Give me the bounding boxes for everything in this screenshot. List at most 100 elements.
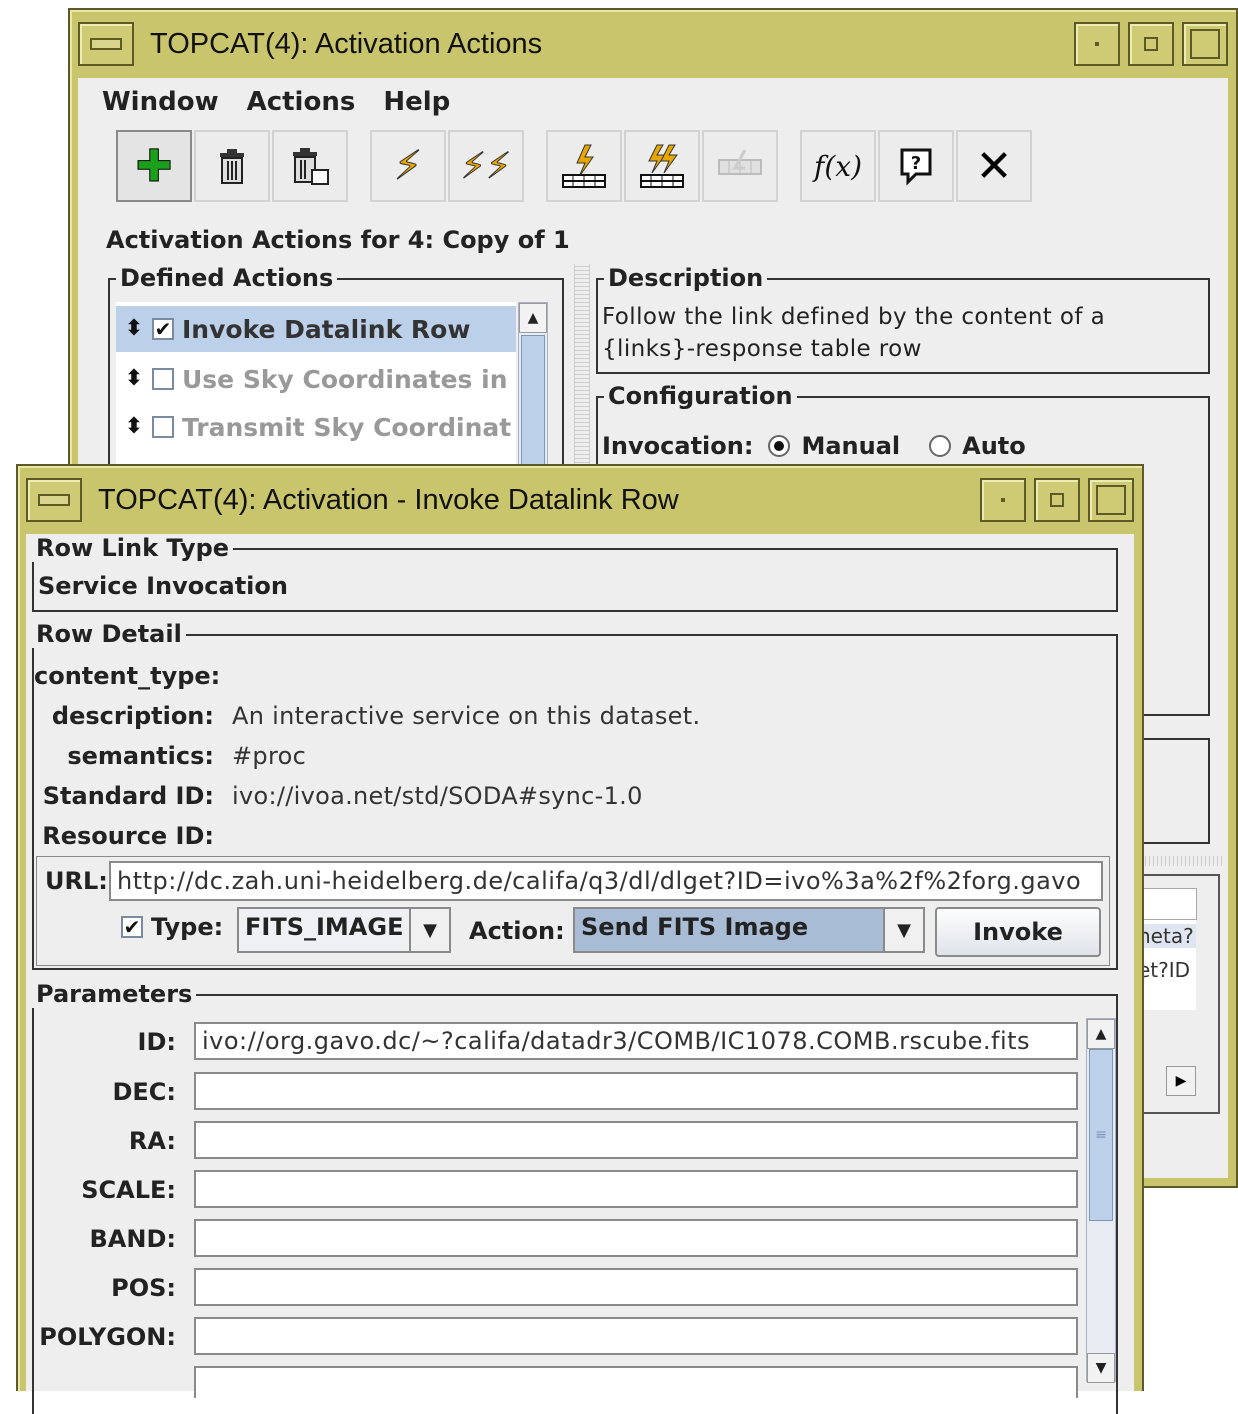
window-menu-button[interactable] <box>78 22 134 66</box>
delete-all-button[interactable] <box>272 130 348 202</box>
action-label: Action: <box>469 917 565 945</box>
iconify-button[interactable] <box>1074 22 1120 66</box>
resize-icon <box>1190 29 1220 59</box>
drag-handle-icon[interactable]: ⬍ <box>124 416 144 438</box>
invoke-all-button[interactable]: ⚡⚡ <box>448 130 524 202</box>
close-icon: ✕ <box>975 140 1013 192</box>
description-line-1: Follow the link defined by the content o… <box>602 304 1106 330</box>
action-label: Use Sky Coordinates in <box>182 364 508 394</box>
window-title: TOPCAT(4): Activation - Invoke Datalink … <box>98 483 679 516</box>
window-menu-button[interactable] <box>26 478 82 522</box>
resize-button[interactable] <box>1182 22 1228 66</box>
disabled-table-button <box>702 130 778 202</box>
action-label: Transmit Sky Coordinat <box>182 412 512 442</box>
maximize-button[interactable] <box>1128 22 1174 66</box>
param-ra-field[interactable] <box>194 1121 1078 1159</box>
url-label: URL: <box>45 867 108 895</box>
menu-bar: Window Actions Help <box>78 78 450 126</box>
menu-actions[interactable]: Actions <box>247 87 356 117</box>
param-polygon-field[interactable] <box>194 1317 1078 1355</box>
list-item[interactable]: ⬍ Use Sky Coordinates in <box>116 356 516 402</box>
result-table-body: neta? et?ID <box>1138 920 1196 1010</box>
resize-button[interactable] <box>1088 478 1134 522</box>
action-select[interactable]: Send FITS Image ▼ <box>573 907 925 953</box>
radio-unselected-icon <box>929 435 952 457</box>
content-type-row: content_type: <box>34 658 232 694</box>
help-button[interactable]: ? <box>878 130 954 202</box>
param-id-field[interactable]: ivo://org.gavo.dc/~?califa/datadr3/COMB/… <box>194 1022 1078 1060</box>
resource-id-label: Resource ID: <box>42 822 214 850</box>
param-dec-field[interactable] <box>194 1072 1078 1110</box>
iconify-button[interactable] <box>980 478 1026 522</box>
invoke-row-button[interactable] <box>546 130 622 202</box>
menu-window[interactable]: Window <box>102 87 219 117</box>
window-menu-icon <box>38 494 70 506</box>
param-pos-field[interactable] <box>194 1268 1078 1306</box>
url-field[interactable]: http://dc.zah.uni-heidelberg.de/califa/q… <box>109 861 1103 901</box>
chevron-down-icon: ▼ <box>409 909 449 951</box>
invoke-button[interactable]: ⚡ <box>370 130 446 202</box>
param-partial-field[interactable] <box>194 1366 1078 1398</box>
list-item[interactable]: ⬍ Transmit Sky Coordinat <box>116 404 516 450</box>
result-hscroll-right-button[interactable]: ▶ <box>1166 1066 1196 1096</box>
standard-id-label: Standard ID: <box>42 782 214 810</box>
drag-handle-icon[interactable]: ⬍ <box>124 368 144 390</box>
type-row: ✔ Type: <box>121 913 223 941</box>
menu-help[interactable]: Help <box>383 87 450 117</box>
action-select-value: Send FITS Image <box>581 913 809 941</box>
description-value: An interactive service on this dataset. <box>232 702 701 730</box>
drag-handle-icon[interactable]: ⬍ <box>124 318 144 340</box>
lightning-table-icon <box>562 144 606 188</box>
scroll-up-button[interactable]: ▲ <box>1087 1019 1115 1049</box>
invocation-row: Invocation: Manual Auto <box>602 432 1026 460</box>
trash-all-icon <box>293 148 329 185</box>
param-scale-field[interactable] <box>194 1170 1078 1208</box>
window-title: TOPCAT(4): Activation Actions <box>150 27 543 60</box>
invoke-all-rows-button[interactable] <box>624 130 700 202</box>
action-checkbox[interactable] <box>152 416 174 438</box>
defined-actions-title: Defined Actions <box>116 264 338 292</box>
row-link-type-value: Service Invocation <box>38 572 288 600</box>
title-bar[interactable]: TOPCAT(4): Activation Actions <box>78 18 1228 70</box>
list-item[interactable]: ⬍ ✔ Invoke Datalink Row <box>116 306 516 352</box>
standard-id-row: Standard ID: ivo://ivoa.net/std/SODA#syn… <box>34 778 643 814</box>
invoke-button[interactable]: Invoke <box>935 907 1101 957</box>
action-checkbox[interactable] <box>152 368 174 390</box>
description-panel: Description Follow the link defined by t… <box>596 264 1210 374</box>
radio-selected-icon <box>768 435 791 457</box>
semantics-row: semantics: #proc <box>34 738 306 774</box>
description-row: description: An interactive service on t… <box>34 698 700 734</box>
lightning-icon: ⚡ <box>393 143 423 190</box>
delete-action-button[interactable] <box>194 130 270 202</box>
maximize-icon <box>1050 493 1064 507</box>
split-pane-horizontal-divider[interactable] <box>1138 856 1222 866</box>
action-label: Invoke Datalink Row <box>182 314 471 344</box>
action-checkbox[interactable]: ✔ <box>152 318 174 340</box>
type-select[interactable]: FITS_IMAGE ▼ <box>237 907 451 953</box>
row-detail-panel: Row Detail content_type: description: An… <box>32 620 1118 970</box>
actions-heading: Activation Actions for 4: Copy of 1 <box>106 226 570 254</box>
param-band-field[interactable] <box>194 1219 1078 1257</box>
result-table-panel: neta? et?ID ▶ <box>1138 874 1220 1114</box>
lightning-check-icon: ⚡⚡ <box>460 145 512 187</box>
semantics-label: semantics: <box>67 742 214 770</box>
scroll-down-button[interactable]: ▼ <box>1087 1353 1115 1383</box>
scroll-thumb[interactable]: ≡ <box>1089 1049 1113 1221</box>
window-client-area: Row Link Type Service Invocation Row Det… <box>26 534 1134 1414</box>
type-checkbox[interactable]: ✔ <box>121 916 143 938</box>
auto-radio[interactable]: Auto <box>928 432 1026 460</box>
manual-radio[interactable]: Manual <box>767 432 900 460</box>
parameters-scrollbar[interactable]: ▲ ≡ ▼ <box>1086 1018 1116 1383</box>
window-menu-icon <box>90 38 122 50</box>
result-panel <box>1138 738 1210 844</box>
close-button[interactable]: ✕ <box>956 130 1032 202</box>
result-table-header <box>1138 888 1197 920</box>
maximize-button[interactable] <box>1034 478 1080 522</box>
row-link-type-panel: Row Link Type Service Invocation <box>32 534 1118 612</box>
scroll-up-button[interactable]: ▲ <box>519 303 547 333</box>
param-label: BAND: <box>89 1225 176 1253</box>
title-bar[interactable]: TOPCAT(4): Activation - Invoke Datalink … <box>26 474 1134 526</box>
result-cell: neta? <box>1138 924 1196 948</box>
add-action-button[interactable]: ✚ <box>116 130 192 202</box>
function-button[interactable]: f(x) <box>800 130 876 202</box>
